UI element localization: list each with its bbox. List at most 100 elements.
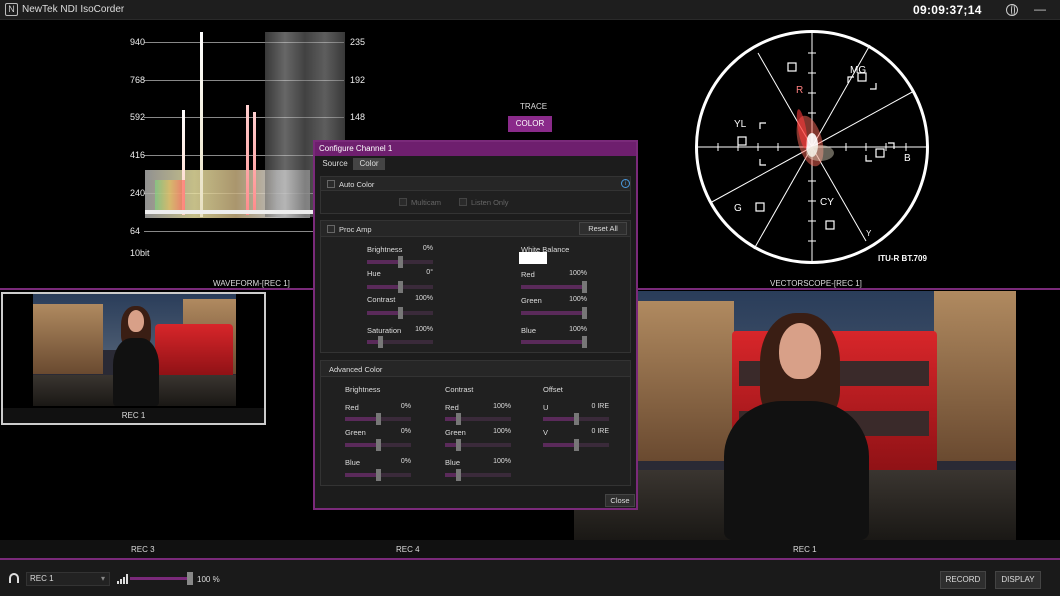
reset-all-button[interactable]: Reset All — [579, 222, 627, 235]
adv-br-blue-slider[interactable] — [345, 469, 411, 481]
adv-br-red-slider[interactable] — [345, 413, 411, 425]
rec4-caption[interactable]: REC 4 — [396, 545, 420, 554]
auto-color-section: Auto Color i Multicam Listen Only — [320, 176, 631, 214]
slider-thumb[interactable] — [397, 281, 403, 293]
slider-thumb[interactable] — [573, 413, 579, 425]
wb-green-label: Green — [521, 296, 542, 305]
slider-thumb[interactable] — [573, 439, 579, 451]
adv-offset-v-slider[interactable] — [543, 439, 609, 451]
contrast-slider[interactable] — [367, 307, 433, 319]
record-button[interactable]: RECORD — [940, 571, 986, 589]
panel-caption-strip — [0, 540, 1060, 558]
hue-slider[interactable] — [367, 281, 433, 293]
adv-br-red-label: Red — [345, 403, 359, 412]
vectorscope[interactable]: MG R YL B G CY Y — [695, 30, 929, 264]
brightness-slider[interactable] — [367, 256, 433, 268]
vs-target-b: B — [904, 153, 911, 164]
tab-source[interactable]: Source — [319, 158, 351, 170]
close-button[interactable]: Close — [605, 494, 635, 507]
wb-green-value: 100% — [569, 296, 587, 303]
rec1-small-caption: REC 1 — [3, 408, 264, 423]
adv-br-green-slider[interactable] — [345, 439, 411, 451]
slider-thumb[interactable] — [375, 469, 381, 481]
display-button[interactable]: DISPLAY — [995, 571, 1041, 589]
rec1-small-panel[interactable] — [1, 292, 266, 425]
advanced-color-label: Advanced Color — [329, 365, 383, 374]
adv-br-green-value: 0% — [400, 428, 411, 435]
vs-target-r: R — [796, 85, 804, 96]
adv-offset-u-label: U — [543, 403, 549, 412]
advanced-color-section: Advanced Color Brightness Red 0% Green 0… — [320, 360, 631, 486]
rec1-large-caption[interactable]: REC 1 — [793, 545, 817, 554]
slider-fill — [521, 340, 587, 344]
brightness-value: 0% — [422, 245, 433, 252]
waveform-trace — [200, 32, 203, 217]
slider-fill — [521, 285, 587, 289]
adv-ct-green-slider[interactable] — [445, 439, 511, 451]
adv-br-red-value: 0% — [400, 403, 411, 410]
wb-blue-value: 100% — [569, 326, 587, 333]
slider-thumb[interactable] — [377, 336, 383, 348]
volume-icon — [117, 574, 129, 584]
color-button[interactable]: COLOR — [508, 116, 552, 132]
vs-target-cy: CY — [820, 197, 834, 208]
auto-color-checkbox[interactable] — [327, 180, 335, 188]
slider-fill — [367, 260, 400, 264]
volume-slider[interactable] — [130, 577, 192, 580]
slider-thumb[interactable] — [582, 281, 587, 293]
adv-ct-red-label: Red — [445, 403, 459, 412]
slider-thumb[interactable] — [397, 307, 403, 319]
waveform-caption: WAVEFORM-[REC 1] — [213, 279, 290, 288]
adv-ct-green-value: 100% — [493, 428, 511, 435]
tab-color[interactable]: Color — [353, 158, 385, 170]
slider-thumb[interactable] — [375, 439, 381, 451]
slider-fill — [543, 443, 576, 447]
proc-amp-checkbox[interactable] — [327, 225, 335, 233]
wb-red-slider[interactable] — [521, 281, 587, 293]
multicam-checkbox[interactable] — [399, 198, 407, 206]
headphones-icon[interactable] — [9, 573, 19, 583]
slider-fill — [543, 417, 576, 421]
contrast-label: Contrast — [367, 295, 396, 304]
hue-label: Hue — [367, 269, 381, 278]
slider-thumb[interactable] — [455, 469, 461, 481]
minimize-button[interactable]: — — [1034, 2, 1046, 16]
audio-source-select[interactable]: REC 1 ▾ — [26, 572, 110, 586]
wb-green-slider[interactable] — [521, 307, 587, 319]
adv-ct-red-slider[interactable] — [445, 413, 511, 425]
waveform-trace — [253, 112, 256, 212]
vectorscope-caption: VECTORSCOPE-[REC 1] — [770, 279, 862, 288]
vs-target-y: Y — [866, 229, 872, 238]
wb-blue-slider[interactable] — [521, 336, 587, 348]
white-balance-swatch[interactable] — [519, 252, 547, 264]
adv-br-green-label: Green — [345, 428, 366, 437]
slider-thumb[interactable] — [455, 413, 461, 425]
saturation-value: 100% — [415, 326, 433, 333]
slider-fill — [367, 311, 400, 315]
saturation-slider[interactable] — [367, 336, 433, 348]
waveform-level-label: 768 — [130, 75, 146, 85]
multicam-label: Multicam — [411, 198, 442, 207]
waveform-level-label: 592 — [130, 112, 146, 122]
timecode: 09:09:37;14 — [913, 3, 982, 17]
listen-only-checkbox[interactable] — [459, 198, 467, 206]
slider-thumb[interactable] — [582, 307, 587, 319]
adv-ct-blue-slider[interactable] — [445, 469, 511, 481]
adv-offset-v-label: V — [543, 428, 549, 437]
adv-contrast-label: Contrast — [445, 385, 474, 394]
volume-slider-thumb[interactable] — [187, 572, 193, 585]
waveform-level-label: 64 — [130, 226, 141, 236]
slider-thumb[interactable] — [582, 336, 587, 348]
saturation-label: Saturation — [367, 326, 402, 335]
slider-thumb[interactable] — [375, 413, 381, 425]
info-icon[interactable]: i — [621, 179, 630, 188]
rec1-large-video[interactable] — [574, 291, 1016, 540]
globe-icon[interactable] — [1006, 4, 1018, 16]
slider-fill — [367, 285, 400, 289]
slider-thumb[interactable] — [455, 439, 461, 451]
rec3-caption[interactable]: REC 3 — [131, 545, 155, 554]
slider-thumb[interactable] — [397, 256, 403, 268]
auto-color-label: Auto Color — [339, 180, 375, 189]
adv-offset-u-slider[interactable] — [543, 413, 609, 425]
trace-button[interactable]: TRACE — [520, 102, 547, 111]
